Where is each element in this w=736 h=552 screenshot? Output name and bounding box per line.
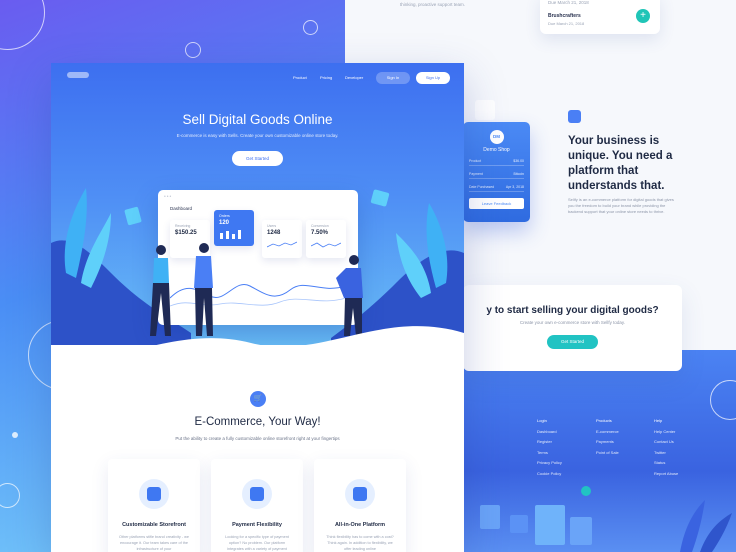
footer-link[interactable]: Cookie Policy bbox=[537, 469, 562, 480]
shop-row-key: Product bbox=[469, 159, 482, 163]
credit-card-icon bbox=[242, 479, 272, 509]
shop-row: Product $36.00 bbox=[469, 159, 524, 166]
shop-row-key: Date Purchased bbox=[469, 185, 495, 189]
kpi-value: 120 bbox=[219, 220, 230, 226]
footer-link[interactable]: Twitter bbox=[654, 448, 678, 459]
dashboard-title: Dashboard bbox=[170, 206, 193, 211]
cta-subtitle: Create your own e-commerce store with Se… bbox=[519, 320, 626, 325]
sign-up-button[interactable]: Sign Up bbox=[416, 72, 450, 84]
monitor-icon bbox=[568, 110, 581, 123]
logo[interactable] bbox=[67, 72, 89, 78]
footer-link[interactable]: Help bbox=[654, 416, 678, 427]
footer-link[interactable]: Contact Us bbox=[654, 437, 678, 448]
nav-pricing[interactable]: Pricing bbox=[320, 75, 332, 80]
kpi-value: $150.25 bbox=[175, 230, 197, 236]
shop-row-value: Apr 3, 2018 bbox=[505, 185, 524, 189]
feature-card-desc: Think flexibility has to come with a cos… bbox=[326, 535, 394, 551]
feature-card[interactable]: Payment Flexibility Looking for a specif… bbox=[211, 459, 303, 552]
footer-column-help: Help Help Center Contact Us Twitter Stat… bbox=[654, 416, 678, 479]
footer-link[interactable]: Report Abuse bbox=[654, 469, 678, 480]
person-body bbox=[194, 256, 213, 288]
shop-row-key: Payment bbox=[469, 172, 483, 176]
footer-link[interactable]: Login bbox=[537, 416, 562, 427]
decor-ring bbox=[303, 20, 318, 35]
footer-column-products: Products E-commerce Payments Point of Sa… bbox=[596, 416, 619, 458]
hero-subtitle: E-commerce is easy with Sells. Create yo… bbox=[176, 133, 339, 138]
feature-card-title: All-in-One Platform bbox=[334, 522, 386, 528]
feature-description: Sellfy is an e-commerce platform for dig… bbox=[568, 197, 674, 214]
nav-product[interactable]: Product bbox=[293, 75, 307, 80]
shop-row-value: $36.00 bbox=[513, 159, 524, 163]
shop-avatar: DM bbox=[489, 130, 504, 144]
shop-row-value: Bitcoin bbox=[513, 172, 524, 176]
shop-row: Payment Bitcoin bbox=[469, 172, 524, 179]
cta-get-started-button[interactable]: Get Started bbox=[546, 335, 598, 349]
kpi-value: 7.50% bbox=[311, 230, 329, 236]
feature-card-desc: Looking for a specific type of payment o… bbox=[225, 535, 289, 551]
decor-ring bbox=[185, 42, 201, 58]
footer-illustration bbox=[480, 500, 732, 552]
hero-get-started-button[interactable]: Get Started bbox=[232, 151, 283, 166]
footer-link[interactable]: Register bbox=[537, 437, 562, 448]
footer-link[interactable]: Point of Sale bbox=[596, 448, 619, 459]
back-card bbox=[475, 100, 495, 120]
cta-title: y to start selling your digital goods? bbox=[486, 305, 659, 316]
feature-card-title: Payment Flexibility bbox=[232, 522, 282, 528]
leaf-shape bbox=[700, 513, 732, 552]
person-head bbox=[156, 245, 166, 255]
person-head bbox=[199, 243, 209, 253]
kpi-label: Orders bbox=[219, 214, 230, 218]
leave-feedback-button[interactable]: Leave Feedback bbox=[469, 198, 524, 209]
add-button[interactable]: + bbox=[636, 9, 650, 23]
nav-developer[interactable]: Developer bbox=[345, 75, 363, 80]
person-body bbox=[336, 268, 363, 298]
section-title: E-Commerce, Your Way! bbox=[194, 416, 321, 428]
section-subtitle: Put the ability to create a fully custom… bbox=[175, 436, 340, 441]
cta-card: y to start selling your digital goods? C… bbox=[463, 285, 682, 371]
footer-link[interactable]: Privacy Policy bbox=[537, 458, 562, 469]
support-text: thinking, proactive support team. bbox=[400, 2, 466, 7]
footer-link[interactable]: Help Center bbox=[654, 427, 678, 438]
kpi-label: Users bbox=[267, 224, 277, 228]
footer-link[interactable]: E-commerce bbox=[596, 427, 619, 438]
kpi-label: Receiving bbox=[175, 224, 191, 228]
landing-page: Product Pricing Developer Sign In Sign U… bbox=[51, 63, 464, 552]
shop-card: DM Demo Shop Product $36.00 Payment Bitc… bbox=[463, 122, 530, 222]
feature-card-title: Customizable Storefront bbox=[122, 522, 186, 528]
shop-row: Date Purchased Apr 3, 2018 bbox=[469, 185, 524, 192]
decor-dot bbox=[12, 432, 18, 438]
task-date: Due March 21, 2018 bbox=[548, 21, 585, 26]
feature-card[interactable]: All-in-One Platform Think flexibility ha… bbox=[314, 459, 406, 552]
task-date: Due March 21, 2018 bbox=[548, 0, 589, 5]
sign-in-button[interactable]: Sign In bbox=[376, 72, 410, 84]
footer-link[interactable]: Terms bbox=[537, 448, 562, 459]
person-head bbox=[349, 255, 359, 265]
footer-link[interactable]: Dashboard bbox=[537, 427, 562, 438]
cart-icon: 🛒 bbox=[250, 391, 266, 407]
box-shape bbox=[480, 505, 500, 529]
kpi-value: 1248 bbox=[267, 230, 281, 236]
footer-link[interactable]: Products bbox=[596, 416, 619, 427]
footer-column-account: Login Dashboard Register Terms Privacy P… bbox=[537, 416, 562, 479]
footer-link[interactable]: Payments bbox=[596, 437, 619, 448]
feature-card[interactable]: Customizable Storefront Other platforms … bbox=[108, 459, 200, 552]
shop-name: Demo Shop bbox=[483, 147, 510, 153]
kpi-label: Conversion bbox=[311, 224, 329, 228]
platform-icon bbox=[345, 479, 375, 509]
box-shape bbox=[535, 505, 565, 545]
hero-title: Sell Digital Goods Online bbox=[182, 112, 333, 127]
feature-card-desc: Other platforms stifle brand creativity … bbox=[118, 535, 190, 551]
window-dots-icon: ••• bbox=[164, 194, 173, 200]
leaf-shape bbox=[680, 500, 705, 552]
storefront-icon bbox=[139, 479, 169, 509]
box-shape bbox=[510, 515, 528, 533]
feature-title: Your business is unique. You need a plat… bbox=[568, 135, 673, 192]
box-shape bbox=[570, 517, 592, 545]
footer-link[interactable]: Status bbox=[654, 458, 678, 469]
person-body bbox=[153, 258, 169, 283]
